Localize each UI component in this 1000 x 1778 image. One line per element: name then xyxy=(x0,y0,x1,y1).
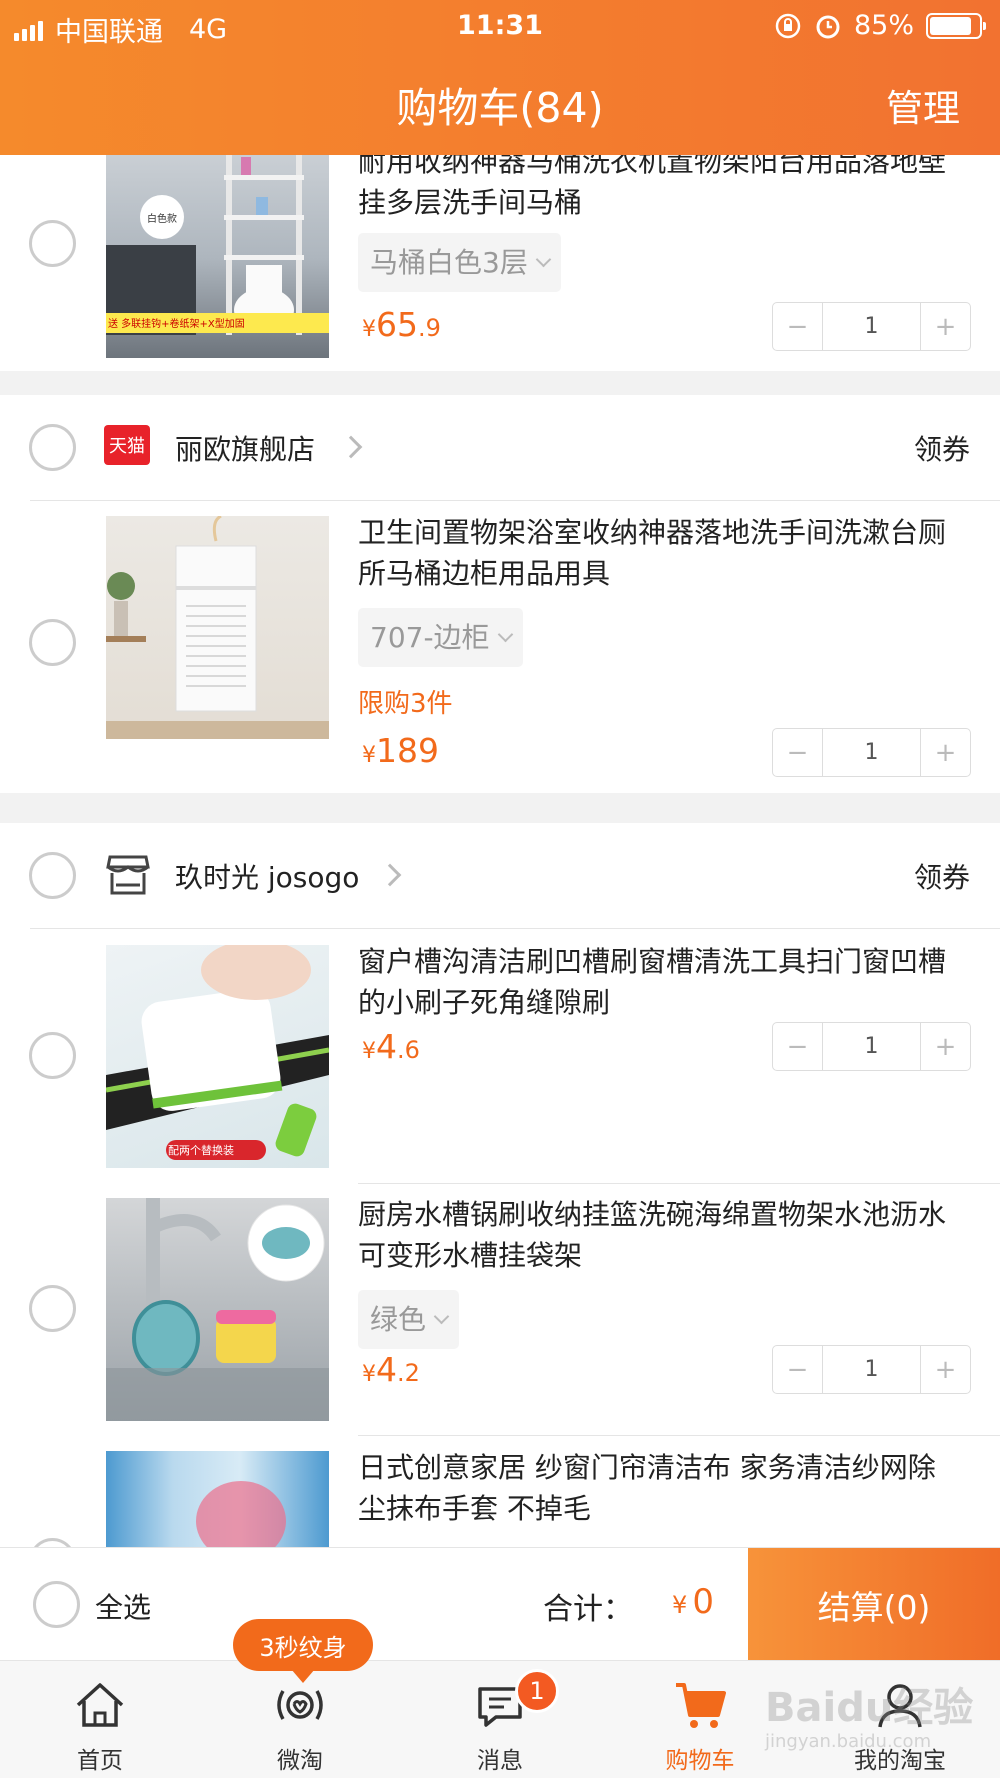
product-price: ¥65.9 xyxy=(362,305,441,344)
product-price: ¥4.6 xyxy=(362,1027,420,1066)
chevron-right-icon xyxy=(339,435,363,459)
battery-icon xyxy=(926,12,986,39)
quantity-value[interactable]: 1 xyxy=(822,1346,921,1393)
tmall-logo: 天猫 xyxy=(104,425,150,465)
shop-checkbox[interactable] xyxy=(29,424,76,471)
tab-home[interactable]: 首页 xyxy=(0,1661,200,1778)
home-icon xyxy=(76,1683,124,1727)
decrease-button[interactable]: − xyxy=(773,303,822,350)
product-title[interactable]: 卫生间置物架浴室收纳神器落地洗手间洗漱台厕所马桶边柜用品用具 xyxy=(358,512,958,594)
tab-label: 微淘 xyxy=(277,1748,323,1774)
shop-card: 玖时光 josogo 领券 配两个替换装 窗户槽沟清洁刷凹槽刷窗槽清洗工具扫门窗… xyxy=(0,823,1000,1547)
decrease-button[interactable]: − xyxy=(773,729,822,776)
tab-label: 消息 xyxy=(477,1748,523,1774)
quantity-stepper[interactable]: − 1 + xyxy=(772,1345,971,1394)
sku-selector[interactable]: 马桶白色3层 xyxy=(358,233,561,292)
item-checkbox[interactable] xyxy=(29,619,76,666)
quantity-stepper[interactable]: − 1 + xyxy=(772,302,971,351)
shop-header[interactable]: 玖时光 josogo 领券 xyxy=(0,823,1000,928)
checkout-button[interactable]: 结算(0) xyxy=(748,1548,1000,1661)
cart-card: 白色款 送 多联挂钩+卷纸架+X型加固 耐用收纳神器马桶洗衣机置物架阳台用品落地… xyxy=(0,155,1000,371)
header: 中国联通 4G 11:31 85% 购物车(84) 管理 xyxy=(0,0,1000,155)
quantity-value[interactable]: 1 xyxy=(822,729,921,776)
increase-button[interactable]: + xyxy=(921,1346,970,1393)
promo-bubble[interactable]: 3秒纹身 xyxy=(233,1619,373,1683)
product-title[interactable]: 窗户槽沟清洁刷凹槽刷窗槽清洗工具扫门窗凹槽的小刷子死角缝隙刷 xyxy=(358,941,958,1023)
item-checkbox[interactable] xyxy=(29,1285,76,1332)
select-all-checkbox[interactable] xyxy=(33,1581,80,1628)
purchase-limit: 限购3件 xyxy=(358,689,453,719)
image-promo: 送 多联挂钩+卷纸架+X型加固 xyxy=(108,319,245,330)
product-image[interactable] xyxy=(106,1198,329,1421)
message-badge: 1 xyxy=(515,1669,559,1713)
battery-percent: 85% xyxy=(853,10,914,41)
baidu-watermark: Baidu经验 jingyan.baidu.com xyxy=(765,1685,974,1752)
increase-button[interactable]: + xyxy=(921,1023,970,1070)
product-image[interactable]: 白色款 送 多联挂钩+卷纸架+X型加固 xyxy=(106,155,329,358)
shop-checkbox[interactable] xyxy=(29,852,76,899)
checkout-bar: 全选 合计： ¥ 0 结算(0) xyxy=(0,1547,1000,1661)
product-image[interactable] xyxy=(106,516,329,739)
divider xyxy=(30,500,1000,501)
sku-selector[interactable]: 绿色 xyxy=(358,1290,460,1349)
product-title[interactable]: 日式创意家居 纱窗门帘清洁布 家务清洁纱网除尘抹布手套 不掉毛 xyxy=(358,1447,958,1529)
tab-messages[interactable]: 1 消息 xyxy=(400,1661,600,1778)
chevron-down-icon xyxy=(497,626,513,643)
increase-button[interactable]: + xyxy=(921,729,970,776)
divider xyxy=(358,1183,1000,1184)
product-image[interactable]: 配两个替换装 xyxy=(106,945,329,1168)
cart-list[interactable]: 白色款 送 多联挂钩+卷纸架+X型加固 耐用收纳神器马桶洗衣机置物架阳台用品落地… xyxy=(0,155,1000,1547)
store-icon xyxy=(106,855,150,895)
product-price: ¥189 xyxy=(362,731,439,770)
rotation-lock-icon xyxy=(775,13,801,38)
item-checkbox[interactable] xyxy=(29,220,76,267)
shop-header[interactable]: 天猫 丽欧旗舰店 领券 xyxy=(0,395,1000,500)
chevron-down-icon xyxy=(433,1308,450,1325)
cart-icon xyxy=(676,1683,726,1728)
quantity-value[interactable]: 1 xyxy=(822,303,921,350)
quantity-stepper[interactable]: − 1 + xyxy=(772,1022,971,1071)
product-title[interactable]: 耐用收纳神器马桶洗衣机置物架阳台用品落地壁挂多层洗手间马桶 xyxy=(358,155,958,223)
product-image[interactable] xyxy=(106,1451,329,1547)
product-title[interactable]: 厨房水槽锅刷收纳挂篮洗碗海绵置物架水池沥水 可变形水槽挂袋架 xyxy=(358,1194,958,1276)
shop-card: 天猫 丽欧旗舰店 领券 卫生间置物架浴室收纳神器落地洗手间洗漱台厕所马桶边柜用品… xyxy=(0,395,1000,793)
shop-name[interactable]: 玖时光 josogo xyxy=(175,856,359,896)
product-price: ¥4.2 xyxy=(362,1350,420,1389)
select-all-label[interactable]: 全选 xyxy=(95,1586,151,1626)
total-amount: ¥ 0 xyxy=(672,1582,715,1622)
tab-label: 首页 xyxy=(77,1748,123,1774)
increase-button[interactable]: + xyxy=(921,303,970,350)
alarm-icon xyxy=(816,15,840,38)
divider xyxy=(30,928,1000,929)
decrease-button[interactable]: − xyxy=(773,1346,822,1393)
image-tag: 白色款 xyxy=(140,195,184,239)
chevron-down-icon xyxy=(535,251,552,268)
page-title: 购物车(84) xyxy=(396,84,604,132)
divider xyxy=(358,1435,1000,1436)
quantity-value[interactable]: 1 xyxy=(822,1023,921,1070)
quantity-stepper[interactable]: − 1 + xyxy=(772,728,971,777)
shop-name[interactable]: 丽欧旗舰店 xyxy=(175,428,315,468)
chevron-right-icon xyxy=(378,863,402,887)
item-checkbox[interactable] xyxy=(29,1538,76,1547)
sku-selector[interactable]: 707-边柜 xyxy=(358,608,523,667)
total-label: 合计： xyxy=(543,1592,633,1627)
coupon-button[interactable]: 领券 xyxy=(914,428,970,468)
status-bar: 中国联通 4G 11:31 85% xyxy=(0,6,1000,48)
manage-button[interactable]: 管理 xyxy=(886,78,960,132)
coupon-button[interactable]: 领券 xyxy=(914,856,970,896)
weitao-icon xyxy=(277,1690,323,1720)
image-tag: 配两个替换装 xyxy=(168,1144,234,1157)
decrease-button[interactable]: − xyxy=(773,1023,822,1070)
item-checkbox[interactable] xyxy=(29,1032,76,1079)
